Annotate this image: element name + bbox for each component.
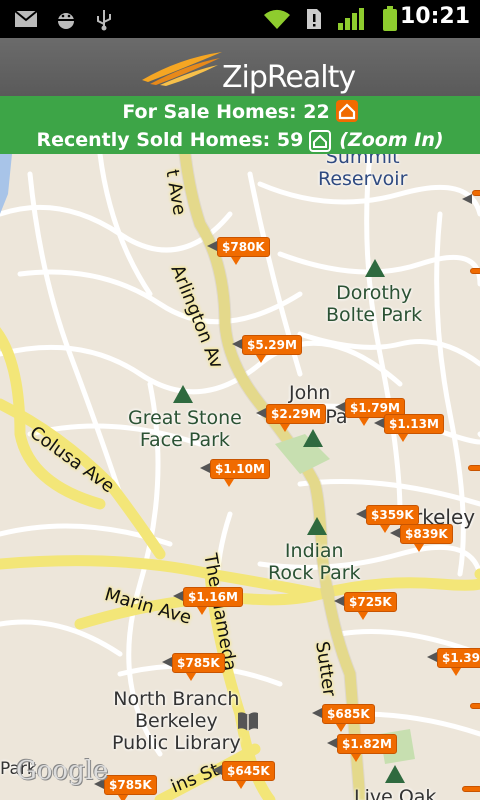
- price-pin[interactable]: $839K: [390, 524, 453, 552]
- wifi-icon: [262, 7, 292, 31]
- library-book-icon: [238, 712, 258, 731]
- status-time: 10:21: [399, 4, 470, 29]
- place-dorothy-bolte-park: Dorothy Bolte Park: [326, 282, 423, 326]
- sold-house-icon: [309, 130, 332, 152]
- price-pin-partial[interactable]: [468, 465, 480, 471]
- price-pin[interactable]: $1.39M: [427, 648, 480, 676]
- park-tree-icon: [307, 517, 327, 535]
- price-pin-partial[interactable]: [470, 703, 480, 709]
- price-pin-partial[interactable]: [462, 190, 480, 204]
- ziprealty-logo-icon: [142, 52, 222, 86]
- for-sale-house-icon: [335, 100, 358, 122]
- price-pin[interactable]: $1.10M: [200, 459, 270, 487]
- google-attribution: Google: [16, 756, 109, 786]
- usb-icon: [92, 7, 116, 31]
- zoom-in-hint[interactable]: (Zoom In): [339, 129, 443, 151]
- park-tree-icon: [385, 765, 405, 783]
- park-tree-icon: [365, 259, 385, 277]
- price-pin[interactable]: $725K: [334, 592, 397, 620]
- price-pin[interactable]: $5.29M: [232, 335, 302, 363]
- status-bar: 10:21: [0, 0, 480, 38]
- price-pin[interactable]: $785K: [162, 653, 225, 681]
- price-pin[interactable]: $780K: [207, 237, 270, 265]
- signal-icon: [336, 7, 366, 31]
- price-pin[interactable]: $2.29M: [256, 404, 326, 432]
- listing-summary-banner[interactable]: For Sale Homes: 22 Recently Sold Homes: …: [0, 96, 480, 154]
- price-pin[interactable]: $785K: [94, 775, 157, 800]
- price-pin[interactable]: $645K: [212, 761, 275, 789]
- place-summit-reservoir: Summit Reservoir: [318, 154, 408, 190]
- place-john-park: John: [289, 382, 331, 404]
- for-sale-row[interactable]: For Sale Homes: 22: [0, 100, 480, 123]
- price-pin[interactable]: $685K: [312, 704, 375, 732]
- price-pin-partial[interactable]: [462, 786, 480, 792]
- sim-alert-icon: [302, 7, 326, 31]
- price-pin[interactable]: $1.16M: [173, 587, 243, 615]
- price-pin[interactable]: $1.13M: [374, 414, 444, 442]
- price-pin-partial[interactable]: [470, 268, 480, 274]
- battery-icon: [378, 6, 402, 31]
- place-indian-rock-park: Indian Rock Park: [268, 540, 361, 584]
- place-live-oak: Live Oak: [354, 786, 437, 800]
- price-pin[interactable]: $1.82M: [327, 734, 397, 762]
- place-library: North Branch Berkeley Public Library: [112, 688, 241, 754]
- park-tree-icon: [173, 385, 193, 403]
- sold-count: Recently Sold Homes: 59: [36, 129, 304, 151]
- map-view[interactable]: Summit Reservoir Dorothy Bolte Park John…: [0, 154, 480, 800]
- for-sale-count: For Sale Homes: 22: [122, 101, 330, 123]
- android-debug-icon: [54, 7, 78, 31]
- sold-row[interactable]: Recently Sold Homes: 59 (Zoom In): [0, 129, 480, 152]
- gmail-icon: [14, 7, 38, 31]
- place-great-stone-face-park: Great Stone Face Park: [128, 407, 242, 451]
- app-brand-title: ZipRealty: [222, 60, 356, 95]
